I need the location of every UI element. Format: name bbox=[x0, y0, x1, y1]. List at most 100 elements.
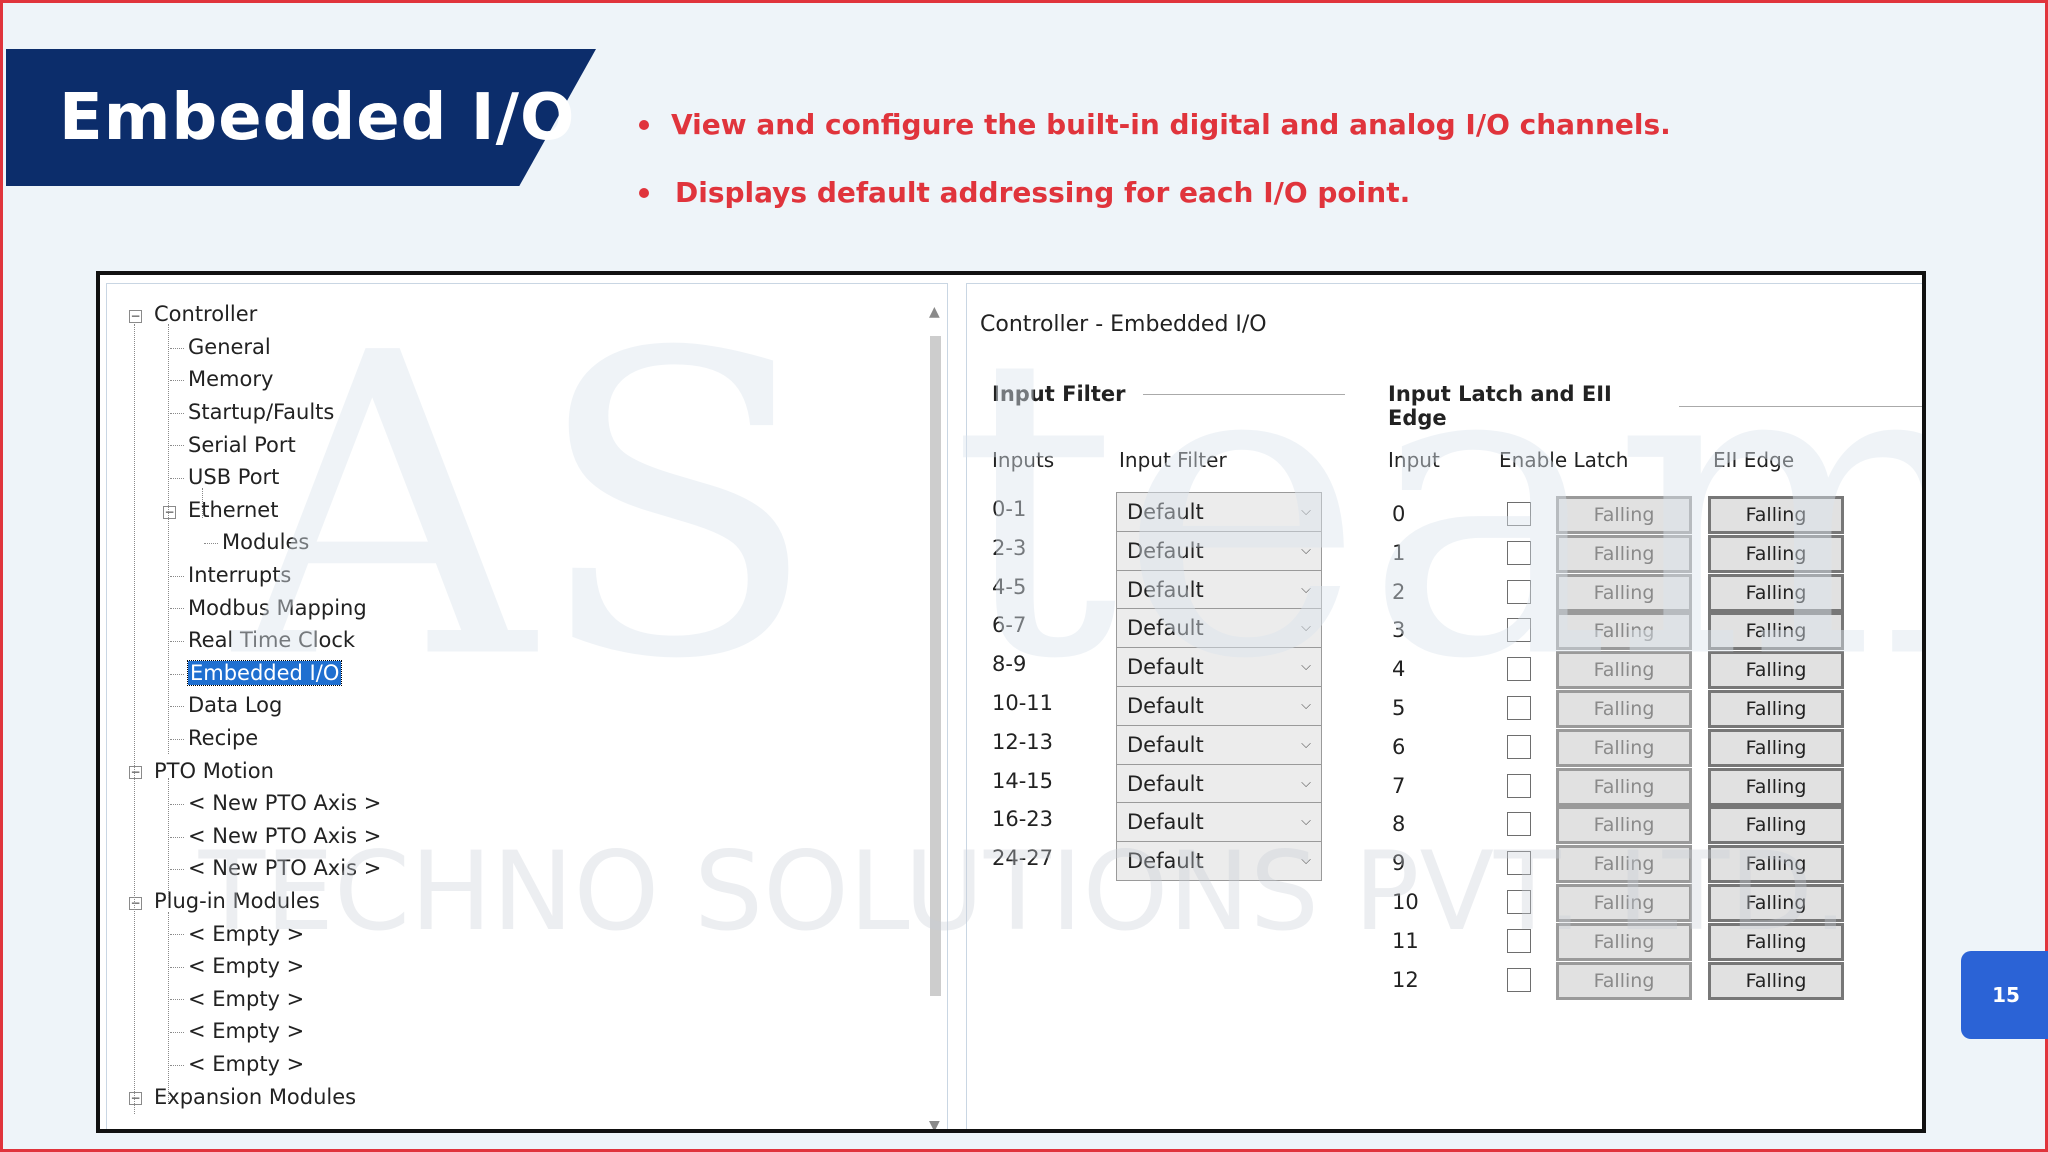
eii-edge-button[interactable]: Falling bbox=[1708, 884, 1844, 922]
latch-edge-button[interactable]: Falling bbox=[1556, 922, 1692, 961]
tree-item[interactable]: USB Port bbox=[127, 461, 381, 494]
tree-item[interactable]: Recipe bbox=[127, 722, 381, 755]
enable-latch-checkbox[interactable] bbox=[1507, 812, 1531, 837]
latch-input-number: 11 bbox=[1392, 928, 1419, 953]
tree-item[interactable]: Modbus Mapping bbox=[127, 591, 381, 624]
tree-item[interactable]: < New PTO Axis > bbox=[127, 787, 381, 820]
enable-latch-checkbox[interactable] bbox=[1507, 618, 1531, 643]
input-filter-dropdown[interactable]: Default ⌵ bbox=[1116, 492, 1322, 532]
input-filter-dropdown[interactable]: Default ⌵ bbox=[1116, 647, 1322, 688]
enable-latch-checkbox[interactable] bbox=[1507, 540, 1531, 565]
enable-latch-checkbox[interactable] bbox=[1507, 928, 1531, 953]
scroll-down-icon[interactable]: ▼ bbox=[929, 1118, 940, 1129]
tree-item[interactable]: − Expansion Modules bbox=[127, 1080, 381, 1113]
tree-item[interactable]: Serial Port bbox=[127, 428, 381, 461]
dropdown-value: Default bbox=[1127, 694, 1204, 718]
eii-edge-button[interactable]: Falling bbox=[1708, 534, 1844, 573]
tree-item-label: PTO Motion bbox=[154, 758, 274, 783]
tree-item[interactable]: Memory bbox=[127, 363, 381, 396]
input-filter-dropdown[interactable]: Default ⌵ bbox=[1116, 569, 1322, 610]
collapse-icon[interactable]: − bbox=[129, 310, 142, 323]
eii-edge-button[interactable]: Falling bbox=[1708, 806, 1844, 845]
tree-item[interactable]: < New PTO Axis > bbox=[127, 820, 381, 853]
tree-item[interactable]: < Empty > bbox=[127, 950, 381, 983]
latch-edge-button[interactable]: Falling bbox=[1556, 651, 1692, 690]
tree-item[interactable]: General bbox=[127, 331, 381, 364]
enable-latch-checkbox[interactable] bbox=[1507, 773, 1531, 798]
input-filter-dropdown[interactable]: Default ⌵ bbox=[1116, 686, 1322, 726]
latch-input-number: 5 bbox=[1392, 696, 1406, 720]
input-filter-dropdown[interactable]: Default ⌵ bbox=[1116, 724, 1322, 765]
tree-connector bbox=[170, 347, 184, 349]
enable-latch-checkbox[interactable] bbox=[1507, 579, 1531, 604]
tree-connector bbox=[170, 575, 184, 577]
tree-item[interactable]: < Empty > bbox=[127, 917, 381, 950]
eii-edge-button[interactable]: Falling bbox=[1708, 922, 1844, 961]
tree-item[interactable]: Interrupts bbox=[127, 559, 381, 592]
input-filter-dropdown[interactable]: Default ⌵ bbox=[1116, 608, 1322, 649]
eii-edge-button[interactable]: Falling bbox=[1708, 767, 1844, 806]
collapse-icon[interactable]: − bbox=[129, 766, 142, 780]
tree-item[interactable]: Real Time Clock bbox=[127, 624, 381, 657]
latch-edge-button[interactable]: Falling bbox=[1556, 961, 1692, 1000]
latch-edge-button[interactable]: Falling bbox=[1556, 690, 1692, 728]
collapse-icon[interactable]: − bbox=[129, 1092, 142, 1106]
chevron-down-icon: ⌵ bbox=[1301, 581, 1311, 597]
scroll-up-icon[interactable]: ▲ bbox=[929, 304, 940, 320]
tree-connector bbox=[170, 380, 184, 382]
input-filter-dropdown[interactable]: Default ⌵ bbox=[1116, 802, 1322, 843]
chevron-down-icon: ⌵ bbox=[1301, 775, 1311, 791]
latch-edge-button[interactable]: Falling bbox=[1556, 496, 1692, 534]
tree-item[interactable]: Modules bbox=[127, 526, 381, 559]
latch-edge-button[interactable]: Falling bbox=[1556, 534, 1692, 573]
input-filter-dropdown[interactable]: Default ⌵ bbox=[1116, 763, 1322, 804]
eii-edge-button[interactable]: Falling bbox=[1708, 612, 1844, 651]
tree-connector bbox=[170, 673, 184, 675]
enable-latch-checkbox[interactable] bbox=[1507, 502, 1531, 526]
enable-latch-checkbox[interactable] bbox=[1507, 734, 1531, 759]
latch-edge-button[interactable]: Falling bbox=[1556, 612, 1692, 651]
eii-edge-button[interactable]: Falling bbox=[1708, 961, 1844, 1000]
tree-scrollbar[interactable]: ▲ ▼ bbox=[925, 304, 945, 1129]
input-filter-dropdown[interactable]: Default ⌵ bbox=[1116, 841, 1322, 882]
enable-latch-checkbox[interactable] bbox=[1507, 696, 1531, 720]
latch-edge-button[interactable]: Falling bbox=[1556, 728, 1692, 767]
tree-item[interactable]: < Empty > bbox=[127, 982, 381, 1015]
enable-latch-checkbox[interactable] bbox=[1507, 851, 1531, 876]
tree-item[interactable]: Data Log bbox=[127, 689, 381, 722]
enable-latch-checkbox[interactable] bbox=[1507, 967, 1531, 992]
eii-edge-button[interactable]: Falling bbox=[1708, 496, 1844, 534]
tree-item[interactable]: − Ethernet bbox=[127, 494, 381, 527]
latch-edge-button[interactable]: Falling bbox=[1556, 573, 1692, 612]
eii-edge-button[interactable]: Falling bbox=[1708, 573, 1844, 612]
tree-item[interactable]: < New PTO Axis > bbox=[127, 852, 381, 885]
tree-item-label: < Empty > bbox=[188, 954, 305, 979]
collapse-icon[interactable]: − bbox=[163, 505, 176, 519]
tree-item[interactable]: < Empty > bbox=[127, 1048, 381, 1081]
tree-connector bbox=[170, 706, 184, 708]
enable-latch-checkbox[interactable] bbox=[1507, 890, 1531, 914]
tree-item-label: Controller bbox=[154, 302, 258, 327]
tree-item-label: General bbox=[188, 334, 271, 359]
tree-item-label: Startup/Faults bbox=[188, 400, 335, 425]
tree-item[interactable]: Startup/Faults bbox=[127, 396, 381, 429]
eii-edge-button[interactable]: Falling bbox=[1708, 728, 1844, 767]
tree-item[interactable]: − Plug-in Modules bbox=[127, 885, 381, 918]
tree-connector bbox=[170, 477, 184, 479]
scroll-thumb[interactable] bbox=[930, 336, 941, 996]
latch-edge-button[interactable]: Falling bbox=[1556, 767, 1692, 806]
tree-item[interactable]: − PTO Motion bbox=[127, 754, 381, 787]
eii-edge-button[interactable]: Falling bbox=[1708, 690, 1844, 728]
collapse-icon[interactable]: − bbox=[129, 896, 142, 910]
latch-edge-button[interactable]: Falling bbox=[1556, 845, 1692, 884]
latch-edge-button[interactable]: Falling bbox=[1556, 806, 1692, 845]
tree-item[interactable]: − Controller bbox=[127, 298, 381, 331]
input-filter-dropdown[interactable]: Default ⌵ bbox=[1116, 530, 1322, 571]
tree-item[interactable]: Embedded I/O bbox=[127, 657, 381, 690]
tree-item[interactable]: < Empty > bbox=[127, 1015, 381, 1048]
tree-connector bbox=[170, 640, 184, 642]
eii-edge-button[interactable]: Falling bbox=[1708, 651, 1844, 690]
enable-latch-checkbox[interactable] bbox=[1507, 657, 1531, 682]
latch-edge-button[interactable]: Falling bbox=[1556, 884, 1692, 922]
eii-edge-button[interactable]: Falling bbox=[1708, 845, 1844, 884]
